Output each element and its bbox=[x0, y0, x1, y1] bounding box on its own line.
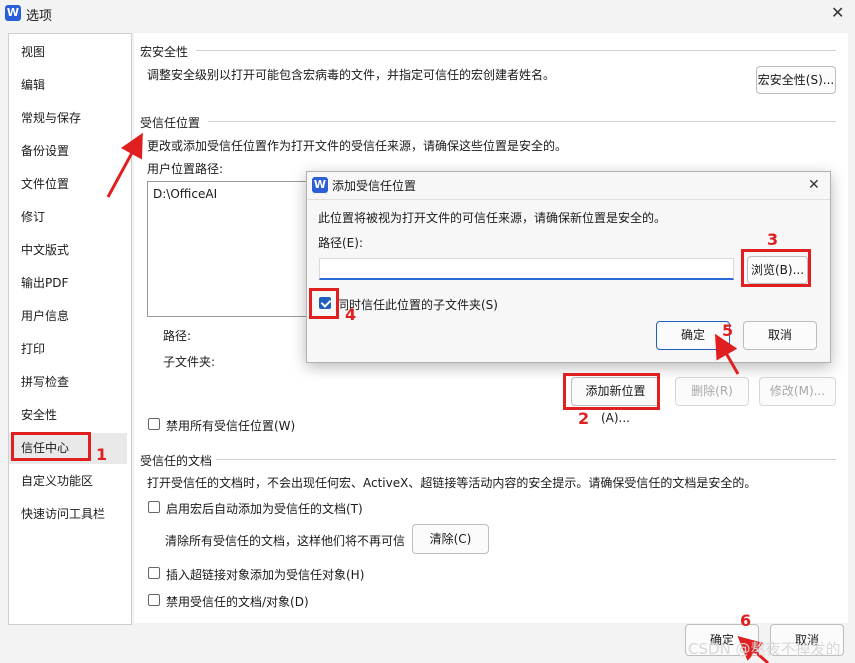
watermark: CSDN @熬夜不掉发的 bbox=[688, 640, 841, 658]
arrow-to-trusted-locations bbox=[106, 132, 143, 198]
annotation-arrows bbox=[106, 132, 769, 663]
arrow-to-dialog-ok bbox=[715, 333, 740, 375]
